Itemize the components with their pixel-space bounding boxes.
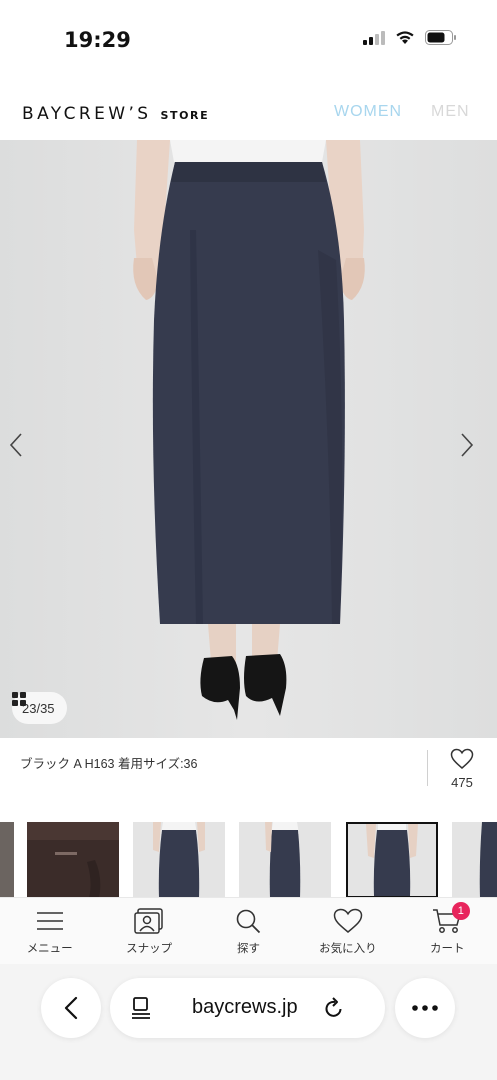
wifi-icon (395, 30, 415, 50)
more-icon (412, 1005, 438, 1011)
tab-cart-label: カート (430, 943, 465, 955)
reload-icon[interactable] (323, 996, 345, 1025)
image-caption: ブラック A H163 着用サイズ:36 (20, 757, 198, 771)
tab-snap-label: スナップ (126, 943, 173, 955)
browser-back-button[interactable] (41, 978, 101, 1038)
chevron-right-icon (461, 433, 474, 457)
product-photo (133, 140, 365, 720)
signal-icon (363, 30, 385, 50)
chevron-left-icon (64, 996, 78, 1020)
menu-icon (36, 912, 63, 930)
tab-cart[interactable]: 1 カート (398, 898, 497, 964)
image-counter-text: 23/35 (22, 700, 55, 716)
bottom-tab-bar: メニュー スナップ 探す お気に入り 1 カート (0, 897, 497, 964)
tab-favorites[interactable]: お気に入り (298, 898, 397, 964)
thumbnail[interactable] (239, 822, 331, 898)
reader-icon[interactable] (130, 996, 152, 1025)
next-image-button[interactable] (459, 432, 489, 462)
snap-icon (134, 908, 163, 934)
thumbnail[interactable] (133, 822, 225, 898)
url-text: baycrews.jp (192, 996, 298, 1018)
thumbnail[interactable] (0, 822, 14, 898)
address-bar[interactable]: baycrews.jp (110, 978, 385, 1038)
thumbnail[interactable] (452, 822, 497, 898)
nav-women-link[interactable]: WOMEN (334, 103, 402, 121)
nav-men-link[interactable]: MEN (431, 103, 470, 121)
heart-icon (450, 748, 474, 769)
battery-icon (425, 30, 457, 50)
caption-divider (427, 750, 428, 786)
tab-menu-label: メニュー (26, 943, 73, 955)
chevron-left-icon (9, 433, 22, 457)
favorite-count: 475 (451, 775, 473, 790)
site-header: BAYCREW’S STORE WOMEN MEN (0, 80, 497, 140)
tab-menu[interactable]: メニュー (0, 898, 99, 964)
heart-icon (333, 908, 363, 933)
logo-sub-text: STORE (160, 109, 210, 122)
status-icons (363, 30, 457, 50)
status-time: 19:29 (64, 28, 131, 52)
tab-favorites-label: お気に入り (319, 943, 377, 955)
cart-badge: 1 (451, 902, 470, 920)
browser-toolbar: baycrews.jp (0, 964, 497, 1080)
thumbnail-strip (0, 822, 497, 898)
logo-main-text: BAYCREW’S (22, 104, 152, 124)
site-logo[interactable]: BAYCREW’S STORE (22, 104, 209, 124)
tab-search-label: 探す (236, 943, 260, 955)
tab-search[interactable]: 探す (199, 898, 298, 964)
tab-snap[interactable]: スナップ (100, 898, 199, 964)
search-icon (237, 909, 261, 934)
thumbnail-active[interactable] (346, 822, 438, 898)
product-image-carousel[interactable]: 23/35 (0, 140, 497, 738)
image-caption-row: ブラック A H163 着用サイズ:36 475 (0, 738, 497, 798)
browser-more-button[interactable] (395, 978, 455, 1038)
grid-icon (12, 692, 26, 706)
favorite-button[interactable]: 475 (442, 748, 482, 790)
thumbnail[interactable] (27, 822, 119, 898)
status-bar: 19:29 (0, 0, 497, 80)
prev-image-button[interactable] (8, 432, 38, 462)
image-counter[interactable]: 23/35 (12, 692, 67, 724)
